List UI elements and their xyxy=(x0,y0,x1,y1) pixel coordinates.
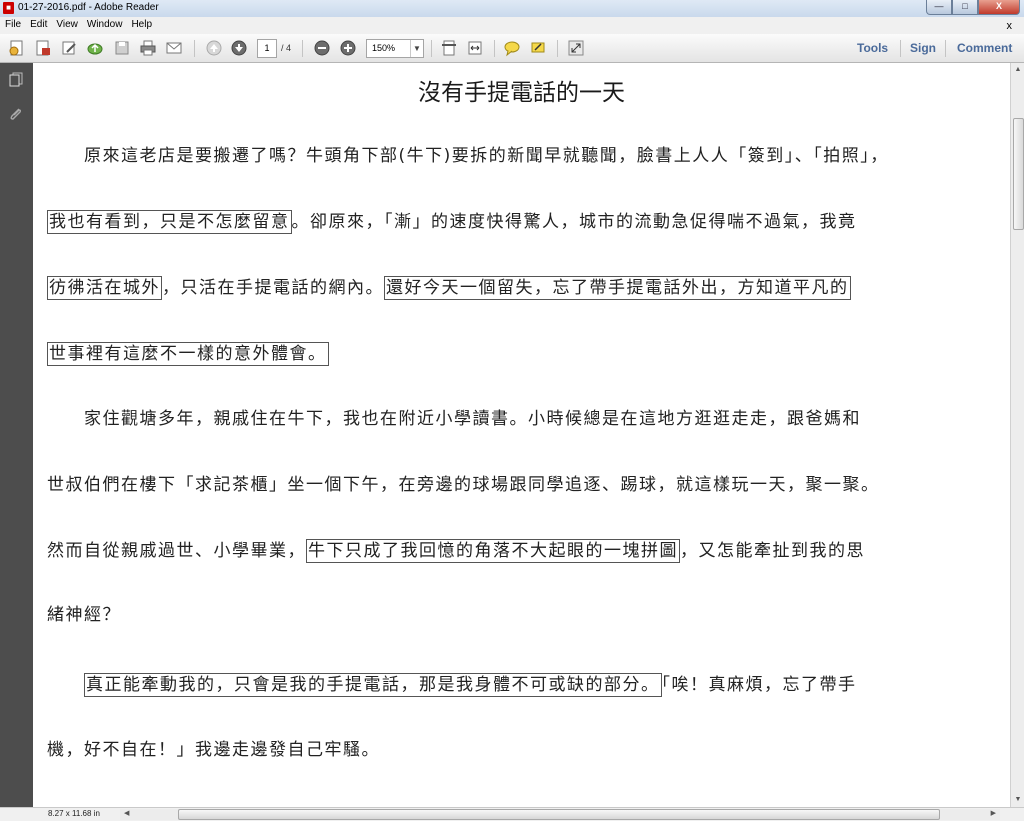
upload-cloud-icon[interactable] xyxy=(86,39,104,57)
boxed-text-segment: 彷彿活在城外 xyxy=(47,276,162,300)
menu-file[interactable]: File xyxy=(0,17,25,30)
text-segment: 。卻原來，「漸」的速度快得驚人，城市的流動急促得喘不過氣，我竟 xyxy=(291,212,857,232)
text-line: 然而自從親戚過世、小學畢業， 牛下只成了我回憶的角落不大起眼的一塊拼圖 ，又怎能牽扯… xyxy=(47,536,865,563)
title-bar: ■ 01-27-2016.pdf - Adobe Reader — □ X xyxy=(0,0,1024,18)
comment-link[interactable]: Comment xyxy=(957,41,1012,55)
close-document-button[interactable]: x xyxy=(1002,18,1017,32)
document-title: 沒有手提電話的一天 xyxy=(418,80,625,106)
maximize-button[interactable]: □ xyxy=(952,0,978,15)
page-number-input[interactable]: 1 xyxy=(257,39,277,58)
boxed-text-segment: 還好今天一個留失，忘了帶手提電話外出，方知道平凡的 xyxy=(384,276,851,300)
boxed-text-segment: 世事裡有這麼不一樣的意外體會。 xyxy=(47,342,329,366)
boxed-text-segment: 牛下只成了我回憶的角落不大起眼的一塊拼圖 xyxy=(306,539,680,563)
zoom-select[interactable]: 150% ▼ xyxy=(366,39,424,58)
text-segment: 緒神經？ xyxy=(47,605,121,625)
tools-link[interactable]: Tools xyxy=(857,41,888,55)
text-segment: 原來這老店是要搬遷了嗎？牛頭角下部(牛下)要拆的新聞早就聽聞，臉書上人人「簽到」… xyxy=(47,146,889,166)
status-bar: 8.27 x 11.68 in ◀ ▶ xyxy=(0,807,1024,821)
menu-help[interactable]: Help xyxy=(126,17,156,30)
navigation-pane xyxy=(0,63,33,807)
text-segment xyxy=(47,675,84,695)
highlight-icon[interactable] xyxy=(529,39,547,57)
text-line: 緒神經？ xyxy=(47,600,121,625)
text-segment: ，只活在手提電話的網內。 xyxy=(162,278,384,298)
vertical-scrollbar[interactable]: ▲ ▼ xyxy=(1010,63,1024,807)
scroll-right-icon[interactable]: ▶ xyxy=(991,809,996,817)
scroll-up-icon[interactable]: ▲ xyxy=(1013,65,1023,75)
menu-bar: File Edit View Window Help x xyxy=(0,17,1024,35)
comment-icon[interactable] xyxy=(503,39,521,57)
edit-icon[interactable] xyxy=(60,39,78,57)
attachment-icon[interactable] xyxy=(8,106,24,122)
menu-edit[interactable]: Edit xyxy=(25,17,51,30)
text-segment: 世叔伯們在樓下「求記茶櫃」坐一個下午，在旁邊的球場跟同學追逐、踢球，就這樣玩一天… xyxy=(47,475,880,495)
boxed-text-segment: 真正能牽動我的，只會是我的手提電話，那是我身體不可或缺的部分。 xyxy=(84,673,662,697)
text-line: 世事裡有這麼不一樣的意外體會。 xyxy=(47,339,329,366)
text-line: 彷彿活在城外 ，只活在手提電話的網內。 還好今天一個留失，忘了帶手提電話外出，方知道… xyxy=(47,273,851,300)
text-line: 我也有看到，只是不怎麼留意 。卻原來，「漸」的速度快得驚人，城市的流動急促得喘不過… xyxy=(47,207,857,234)
zoom-value: 150% xyxy=(372,43,396,53)
window-controls: — □ X xyxy=(926,0,1020,16)
text-line: 機，好不自在！」我邊走邊發自己牢騷。 xyxy=(47,735,380,760)
close-button[interactable]: X xyxy=(978,0,1020,15)
adobe-reader-icon: ■ xyxy=(3,2,14,14)
page-size-label: 8.27 x 11.68 in xyxy=(48,809,100,818)
document-page: 沒有手提電話的一天 原來這老店是要搬遷了嗎？牛頭角下部(牛下)要拆的新聞早就聽聞… xyxy=(33,63,1010,807)
page-total-label: / 4 xyxy=(281,43,292,53)
scroll-left-icon[interactable]: ◀ xyxy=(124,809,129,817)
next-page-icon[interactable] xyxy=(230,39,248,57)
minimize-button[interactable]: — xyxy=(926,0,952,15)
text-segment: ，又怎能牽扯到我的思 xyxy=(680,541,865,561)
menu-window[interactable]: Window xyxy=(82,17,127,30)
text-segment: 「唉！真麻煩，忘了帶手 xyxy=(661,675,857,695)
expand-icon[interactable] xyxy=(567,39,585,57)
page-thumbnails-icon[interactable] xyxy=(8,71,24,87)
sign-link[interactable]: Sign xyxy=(910,41,936,55)
text-line: 原來這老店是要搬遷了嗎？牛頭角下部(牛下)要拆的新聞早就聽聞，臉書上人人「簽到」… xyxy=(47,141,889,166)
text-segment: 然而自從親戚過世、小學畢業， xyxy=(47,541,306,561)
horizontal-scrollbar[interactable]: ◀ ▶ xyxy=(120,809,1000,820)
save-icon[interactable] xyxy=(113,39,131,57)
text-line: 世叔伯們在樓下「求記茶櫃」坐一個下午，在旁邊的球場跟同學追逐、踢球，就這樣玩一天… xyxy=(47,470,880,495)
text-line: 真正能牽動我的，只會是我的手提電話，那是我身體不可或缺的部分。 「唉！真麻煩，忘了… xyxy=(47,670,857,697)
email-icon[interactable] xyxy=(165,39,183,57)
fit-page-icon[interactable] xyxy=(440,39,458,57)
chevron-down-icon[interactable]: ▼ xyxy=(410,40,423,57)
previous-page-icon[interactable] xyxy=(205,39,223,57)
text-segment: 家住觀塘多年，親戚住在牛下，我也在附近小學讀書。小時候總是在這地方逛逛走走，跟爸… xyxy=(47,409,861,429)
window-title: 01-27-2016.pdf - Adobe Reader xyxy=(18,2,159,13)
menu-view[interactable]: View xyxy=(51,17,82,30)
export-pdf-icon[interactable] xyxy=(34,39,52,57)
vertical-scroll-thumb[interactable] xyxy=(1013,118,1024,230)
zoom-in-icon[interactable] xyxy=(339,39,357,57)
boxed-text-segment: 我也有看到，只是不怎麼留意 xyxy=(47,210,292,234)
horizontal-scroll-thumb[interactable] xyxy=(178,809,940,820)
text-line: 家住觀塘多年，親戚住在牛下，我也在附近小學讀書。小時候總是在這地方逛逛走走，跟爸… xyxy=(47,404,861,429)
print-icon[interactable] xyxy=(139,39,157,57)
fit-width-icon[interactable] xyxy=(466,39,484,57)
create-pdf-icon[interactable] xyxy=(8,39,26,57)
scroll-down-icon[interactable]: ▼ xyxy=(1013,795,1023,805)
zoom-out-icon[interactable] xyxy=(313,39,331,57)
text-segment: 機，好不自在！」我邊走邊發自己牢騷。 xyxy=(47,740,380,760)
toolbar: 1 / 4 150% ▼ Tools Sign Comment xyxy=(0,34,1024,63)
